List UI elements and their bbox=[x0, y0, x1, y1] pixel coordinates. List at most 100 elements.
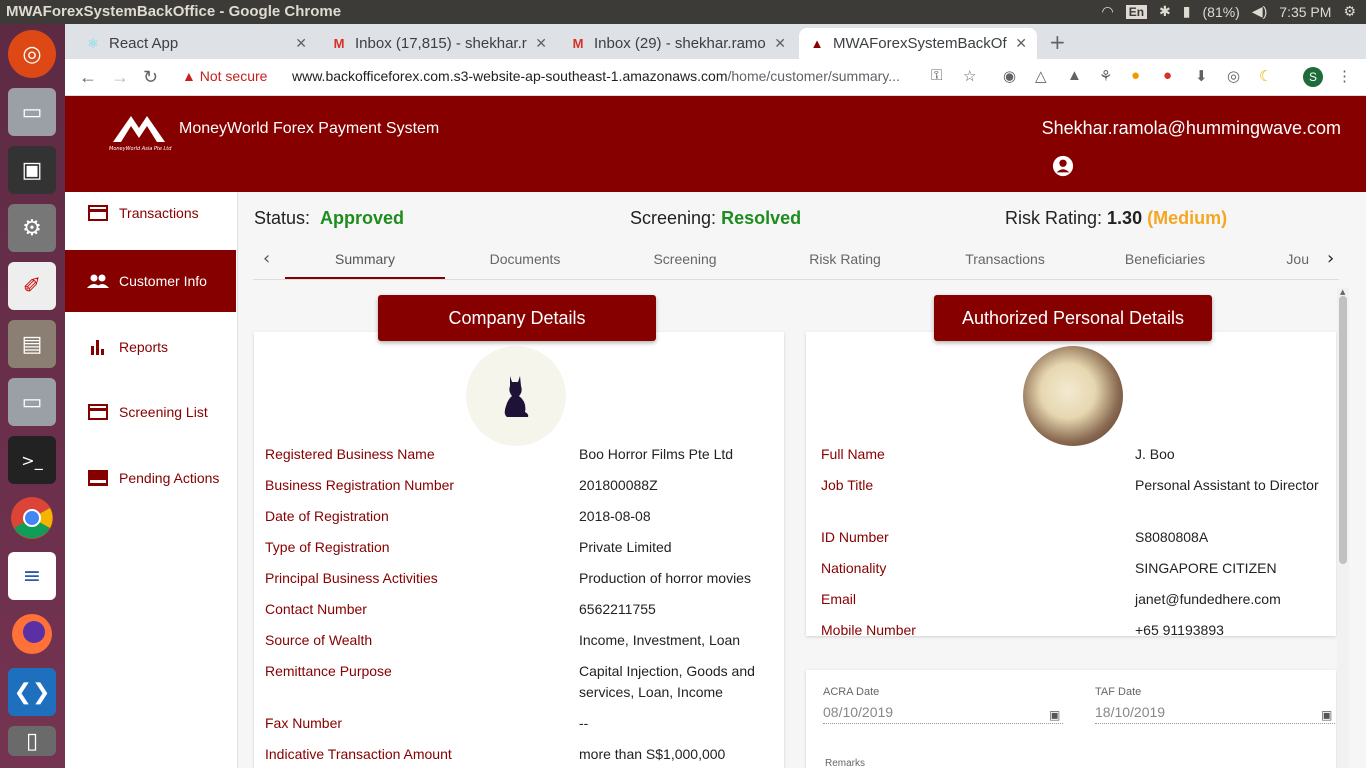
disk-drive-icon[interactable]: ▭ bbox=[8, 88, 56, 136]
acra-date-field[interactable]: ACRA Date 08/10/2019 ▣ bbox=[823, 686, 1063, 724]
back-icon[interactable]: ← bbox=[79, 67, 97, 88]
card-icon bbox=[87, 403, 109, 421]
new-tab-icon[interactable]: + bbox=[1049, 30, 1066, 54]
browser-tab[interactable]: M Inbox (17,815) - shekhar.r ✕ bbox=[321, 28, 557, 59]
download-icon[interactable]: ⬇ bbox=[1195, 67, 1208, 85]
not-secure-badge[interactable]: ▲ Not secure bbox=[182, 68, 267, 84]
field-label: Principal Business Activities bbox=[265, 570, 438, 586]
sidebar-item-label: Reports bbox=[119, 339, 169, 355]
forward-icon[interactable]: → bbox=[111, 67, 129, 88]
app-name: MoneyWorld Forex Payment System bbox=[179, 120, 440, 137]
browser-tab-active[interactable]: ▲ MWAForexSystemBackOf ✕ bbox=[799, 28, 1037, 59]
terminal-icon[interactable]: >_ bbox=[8, 436, 56, 484]
sidebar-item-transactions[interactable]: Transactions bbox=[65, 182, 236, 244]
remarks-label: Remarks bbox=[825, 758, 866, 768]
sidebar-item-screening-list[interactable]: Screening List bbox=[65, 381, 236, 443]
tab-transactions[interactable]: Transactions bbox=[925, 251, 1085, 267]
document-viewer-icon[interactable]: ✐ bbox=[8, 262, 56, 310]
sidebar-item-label: Screening List bbox=[119, 404, 208, 420]
risk-level: (Medium) bbox=[1147, 208, 1228, 228]
calendar-icon[interactable]: ▣ bbox=[1321, 708, 1332, 722]
tab-screening[interactable]: Screening bbox=[605, 251, 765, 267]
address-bar[interactable]: www.backofficeforex.com.s3-website-ap-so… bbox=[292, 68, 900, 84]
close-icon[interactable]: ✕ bbox=[295, 35, 307, 52]
video-editor-icon[interactable]: ▣ bbox=[8, 146, 56, 194]
angular-icon[interactable]: △ bbox=[1035, 67, 1047, 85]
account-circle-icon[interactable] bbox=[1052, 155, 1074, 177]
clock[interactable]: 7:35 PM bbox=[1279, 4, 1331, 20]
tab-summary[interactable]: Summary bbox=[285, 251, 445, 267]
star-icon[interactable]: ☆ bbox=[963, 67, 976, 85]
extension-icon[interactable]: ● bbox=[1131, 67, 1140, 84]
extension-icon[interactable]: ☾ bbox=[1259, 67, 1272, 85]
writer-icon[interactable]: ≡ bbox=[8, 552, 56, 600]
gmail-icon: M bbox=[572, 36, 584, 51]
sidebar-item-customer-info[interactable]: Customer Info bbox=[65, 250, 236, 312]
content-scrollbar[interactable]: ▲ bbox=[1337, 288, 1349, 768]
close-icon[interactable]: ✕ bbox=[1015, 35, 1027, 52]
settings-gear-icon[interactable]: ⚙ bbox=[1343, 3, 1356, 20]
card-icon bbox=[87, 204, 109, 222]
sidebar-item-label: Customer Info bbox=[119, 273, 207, 289]
field-label: Registered Business Name bbox=[265, 446, 435, 462]
sidebar-item-pending-actions[interactable]: Pending Actions bbox=[65, 447, 236, 509]
vscode-icon[interactable]: ❮❯ bbox=[8, 668, 56, 716]
chevron-right-icon[interactable]: › bbox=[1327, 248, 1334, 269]
scrollbar-thumb[interactable] bbox=[1339, 296, 1347, 564]
firefox-icon[interactable] bbox=[8, 610, 56, 658]
company-details-title: Company Details bbox=[378, 295, 656, 341]
authorized-personal-card: Full Name J. Boo Job Title Personal Assista… bbox=[806, 332, 1336, 638]
chrome-icon[interactable] bbox=[8, 494, 56, 542]
extension-icon[interactable]: ● bbox=[1163, 67, 1172, 84]
reload-icon[interactable]: ↻ bbox=[143, 67, 158, 88]
angular-icon[interactable]: ▲ bbox=[1067, 67, 1082, 84]
url-path: /home/customer/summary... bbox=[727, 68, 900, 84]
calendar-icon[interactable]: ▣ bbox=[1049, 708, 1060, 722]
disk-drive-icon[interactable]: ▭ bbox=[8, 378, 56, 426]
file-manager-icon[interactable]: ▤ bbox=[8, 320, 56, 368]
acra-date-input[interactable]: 08/10/2019 bbox=[823, 704, 1063, 724]
extension-icon[interactable]: ⚘ bbox=[1099, 67, 1112, 85]
field-label: Remittance Purpose bbox=[265, 663, 392, 679]
tab-beneficiaries[interactable]: Beneficiaries bbox=[1085, 251, 1245, 267]
keyboard-language[interactable]: En bbox=[1125, 4, 1148, 19]
volume-icon[interactable]: ◀) bbox=[1252, 3, 1267, 20]
field-label: Contact Number bbox=[265, 601, 367, 617]
extension-icon[interactable]: ◎ bbox=[1227, 67, 1240, 85]
menu-icon[interactable]: ⋮ bbox=[1337, 67, 1352, 85]
toolbar: ← → ↻ ▲ Not secure www.backofficeforex.c… bbox=[65, 59, 1366, 96]
field-value: 6562211755 bbox=[579, 601, 656, 617]
main-content: Status: Approved Screening: Resolved Ris… bbox=[253, 192, 1366, 768]
extension-icon[interactable]: ◉ bbox=[1003, 67, 1016, 85]
battery-icon[interactable]: ▮ bbox=[1183, 3, 1191, 20]
tab-risk-rating[interactable]: Risk Rating bbox=[765, 251, 925, 267]
wifi-icon[interactable]: ◠ bbox=[1101, 3, 1113, 20]
taf-date-input[interactable]: 18/10/2019 bbox=[1095, 704, 1335, 724]
profile-avatar[interactable]: S bbox=[1303, 67, 1323, 87]
ubuntu-dash-icon[interactable]: ◎ bbox=[8, 30, 56, 78]
trash-icon[interactable]: ▯ bbox=[8, 726, 56, 756]
tab-journal[interactable]: Jou bbox=[1245, 251, 1319, 267]
tab-label: Inbox (29) - shekhar.ramo bbox=[594, 35, 766, 52]
key-icon[interactable]: ⚿ bbox=[931, 67, 942, 84]
close-icon[interactable]: ✕ bbox=[535, 35, 547, 52]
bluetooth-icon[interactable]: ✱ bbox=[1159, 3, 1171, 20]
scroll-up-icon[interactable]: ▲ bbox=[1340, 288, 1345, 296]
close-icon[interactable]: ✕ bbox=[774, 35, 786, 52]
gmail-icon: M bbox=[333, 36, 345, 51]
user-email: Shekhar.ramola@hummingwave.com bbox=[1041, 118, 1341, 138]
system-settings-icon[interactable]: ⚙ bbox=[8, 204, 56, 252]
field-label: Business Registration Number bbox=[265, 477, 455, 493]
taf-date-field[interactable]: TAF Date 18/10/2019 ▣ bbox=[1095, 686, 1335, 724]
field-value: Income, Investment, Loan bbox=[579, 632, 741, 648]
remarks-field[interactable]: Remarks bbox=[825, 758, 865, 768]
browser-tab[interactable]: M Inbox (29) - shekhar.ramo ✕ bbox=[560, 28, 796, 59]
content-tabs: ‹ Summary Documents Screening Risk Ratin… bbox=[253, 240, 1339, 280]
browser-tab[interactable]: ⚛ React App ✕ bbox=[75, 28, 317, 59]
tab-documents[interactable]: Documents bbox=[445, 251, 605, 267]
sidebar-item-reports[interactable]: Reports bbox=[65, 316, 236, 378]
field-label: ID Number bbox=[821, 529, 889, 545]
battery-percent[interactable]: (81%) bbox=[1203, 4, 1240, 20]
person-avatar bbox=[1023, 346, 1123, 446]
chevron-left-icon[interactable]: ‹ bbox=[263, 248, 270, 269]
